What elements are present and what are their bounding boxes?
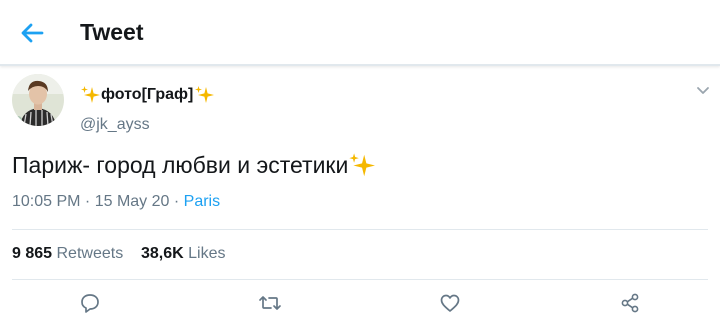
- author-handle[interactable]: @jk_ayss: [80, 116, 150, 134]
- sparkles-icon: [81, 86, 100, 103]
- tweet-time: 10:05 PM: [12, 193, 81, 210]
- tweet-location-link[interactable]: Paris: [184, 193, 220, 210]
- retweets-label: Retweets: [56, 245, 124, 262]
- arrow-left-icon[interactable]: [18, 20, 46, 46]
- likes-count: 38,6K: [140, 245, 184, 262]
- like-button[interactable]: [437, 290, 463, 316]
- chevron-down-icon[interactable]: [696, 86, 710, 96]
- avatar-image: [12, 74, 64, 126]
- tweet-date: 15 May 20: [94, 193, 170, 210]
- tweet-meta: 10:05 PM · 15 May 20 · Paris: [12, 193, 220, 211]
- retweet-button[interactable]: [257, 290, 283, 316]
- likes-stat[interactable]: 38,6K Likes: [141, 245, 226, 262]
- likes-label: Likes: [188, 245, 226, 262]
- sparkles-icon: [349, 152, 376, 176]
- meta-separator: ·: [80, 193, 95, 210]
- divider: [12, 279, 708, 280]
- like-icon: [440, 294, 460, 312]
- top-bar: Tweet: [0, 0, 720, 66]
- tweet-body: Париж- город любви и эстетики: [12, 148, 376, 182]
- share-button[interactable]: [617, 290, 643, 316]
- meta-separator: ·: [169, 193, 184, 210]
- tweet-stats: 9 865 Retweets 38,6K Likes: [12, 245, 226, 263]
- page-title: Tweet: [80, 19, 144, 45]
- reply-icon: [81, 294, 99, 313]
- author-name-row[interactable]: фото[Граф]: [80, 83, 215, 107]
- divider: [12, 229, 708, 230]
- tweet-text: Париж- город любви и эстетики: [12, 151, 349, 178]
- share-icon: [621, 293, 639, 313]
- retweet-icon: [259, 296, 281, 310]
- avatar[interactable]: [12, 74, 64, 126]
- retweets-stat[interactable]: 9 865 Retweets: [12, 245, 123, 262]
- retweets-count: 9 865: [12, 245, 53, 262]
- reply-button[interactable]: [77, 290, 103, 316]
- sparkles-icon: [195, 86, 215, 103]
- author-display-name: фото[Граф]: [101, 86, 194, 103]
